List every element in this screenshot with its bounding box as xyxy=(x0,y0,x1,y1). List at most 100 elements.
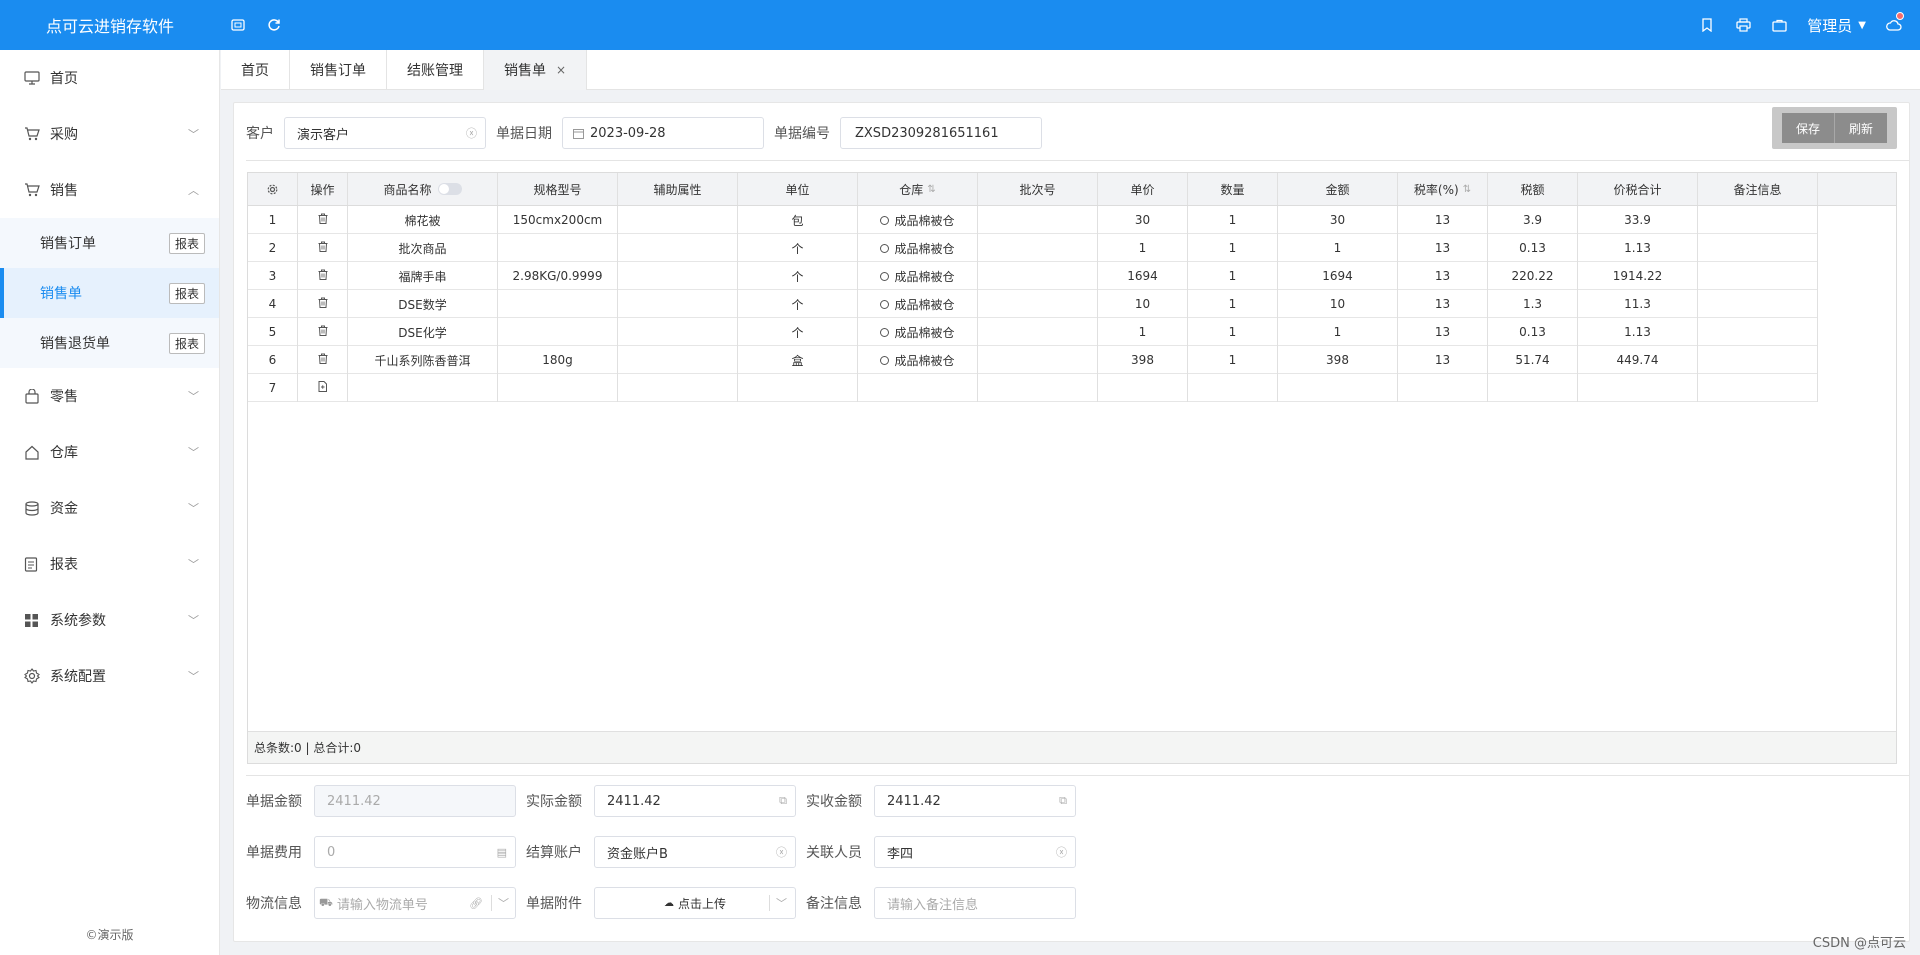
link-icon[interactable]: 🔗︎ xyxy=(469,897,483,910)
tab-home[interactable]: 首页 xyxy=(221,50,290,90)
search-icon[interactable] xyxy=(880,243,890,253)
account-select[interactable]: 资金账户B ⓧ xyxy=(594,836,796,868)
clear-icon[interactable]: ⓧ xyxy=(466,125,477,141)
search-icon[interactable] xyxy=(880,215,890,225)
bill-number-input[interactable]: ZXSD2309281651161 xyxy=(840,117,1042,149)
sidebar-item-purchase[interactable]: 采购 ﹀ xyxy=(0,106,219,162)
sidebar-item-label: 首页 xyxy=(50,71,78,87)
table-cell[interactable] xyxy=(298,290,348,318)
table-cell[interactable] xyxy=(298,262,348,290)
sidebar-item-label: 资金 xyxy=(50,501,78,517)
sidebar-item-retail[interactable]: 零售 ﹀ xyxy=(0,368,219,424)
report-button[interactable]: 报表 xyxy=(168,282,205,304)
table-cell[interactable] xyxy=(298,234,348,262)
table-cell: 1 xyxy=(1188,262,1278,290)
tab-sales-bill[interactable]: 销售单 × xyxy=(484,50,588,90)
submenu-item-sales-return[interactable]: 销售退货单 报表 xyxy=(0,318,219,368)
table-cell: 2 xyxy=(248,234,298,262)
search-icon[interactable] xyxy=(880,299,890,309)
submenu-item-sales-bill[interactable]: 销售单 报表 xyxy=(0,268,219,318)
table-body: 1 棉花被 150cmx200cm 包成品棉被仓 30 1 30 13 3.9 33.9 2 批次商品… xyxy=(248,206,1896,402)
notification-icon[interactable] xyxy=(1876,0,1912,50)
save-button[interactable]: 保存 xyxy=(1781,113,1834,143)
fee-input[interactable]: 0 ▤ xyxy=(314,836,516,868)
tab-sales-order[interactable]: 销售订单 xyxy=(290,50,387,90)
sidebar-item-system-config[interactable]: 系统配置 ﹀ xyxy=(0,648,219,704)
delete-icon[interactable] xyxy=(318,213,328,227)
document-icon[interactable]: ▤ xyxy=(497,846,507,859)
table-cell: DSE化学 xyxy=(348,318,498,346)
delete-icon[interactable] xyxy=(318,241,328,255)
print-icon[interactable] xyxy=(1725,0,1761,50)
bookmark-icon[interactable] xyxy=(1689,0,1725,50)
sidebar-item-sales[interactable]: 销售 ︿ xyxy=(0,162,219,218)
table-cell: 0.13 xyxy=(1488,234,1578,262)
refresh-icon[interactable] xyxy=(256,0,292,50)
sidebar-item-reports[interactable]: 报表 ﹀ xyxy=(0,536,219,592)
chevron-down-icon[interactable]: ﹀ xyxy=(491,895,509,911)
delete-icon[interactable] xyxy=(318,325,328,339)
upload-label: 点击上传 xyxy=(677,896,726,911)
delete-icon[interactable] xyxy=(318,269,328,283)
table-row[interactable]: 3 福牌手串 2.98KG/0.9999 个成品棉被仓 1694 1 1694 13 220.2… xyxy=(248,262,1818,290)
delete-icon[interactable] xyxy=(318,297,328,311)
copy-icon[interactable]: ⧉ xyxy=(779,794,787,808)
table-row[interactable]: 2 批次商品个成品棉被仓 1 1 1 13 0.13 1.13 xyxy=(248,234,1818,262)
table-cell[interactable] xyxy=(298,374,348,402)
table-cell[interactable] xyxy=(298,318,348,346)
column-header-label: 仓库 xyxy=(899,182,924,197)
table-row[interactable]: 1 棉花被 150cmx200cm 包成品棉被仓 30 1 30 13 3.9 33.9 xyxy=(248,206,1818,234)
sort-icon[interactable]: ⇅ xyxy=(1463,184,1471,195)
sidebar-item-warehouse[interactable]: 仓库 ﹀ xyxy=(0,424,219,480)
sort-icon[interactable]: ⇅ xyxy=(927,184,935,195)
settings-icon[interactable] xyxy=(248,173,298,205)
table-cell xyxy=(978,346,1098,374)
fullscreen-icon[interactable] xyxy=(220,0,256,50)
tab-closing[interactable]: 结账管理 xyxy=(387,50,484,90)
search-icon[interactable] xyxy=(880,271,890,281)
actual-amount-input[interactable]: 2411.42 ⧉ xyxy=(594,785,796,817)
cell-text: 成品棉被仓 xyxy=(894,213,955,228)
search-icon[interactable] xyxy=(880,355,890,365)
add-row-icon[interactable] xyxy=(318,381,327,395)
clear-icon[interactable]: ⓧ xyxy=(776,844,787,860)
copy-icon[interactable]: ⧉ xyxy=(1059,794,1067,808)
remark-input[interactable]: 请输入备注信息 xyxy=(874,887,1076,919)
close-icon[interactable]: × xyxy=(556,63,566,77)
table-row[interactable]: 5 DSE化学个成品棉被仓 1 1 1 13 0.13 1.13 xyxy=(248,318,1818,346)
table-cell: 13 xyxy=(1398,290,1488,318)
search-icon[interactable] xyxy=(880,327,890,337)
sidebar-item-home[interactable]: 首页 xyxy=(0,50,219,106)
refresh-button[interactable]: 刷新 xyxy=(1833,113,1887,143)
column-header: 商品名称 xyxy=(348,173,498,205)
report-button[interactable]: 报表 xyxy=(168,232,205,254)
column-header: 税额 xyxy=(1488,173,1578,205)
logistics-input[interactable]: ⛟ 请输入物流单号 🔗︎ ﹀ xyxy=(314,887,516,919)
database-icon xyxy=(24,500,42,516)
submenu-item-sales-order[interactable]: 销售订单 报表 xyxy=(0,218,219,268)
monitor-icon xyxy=(24,71,42,85)
date-picker[interactable]: 2023-09-28 xyxy=(562,117,764,149)
sidebar-item-system-params[interactable]: 系统参数 ﹀ xyxy=(0,592,219,648)
clear-icon[interactable]: ⓧ xyxy=(1056,844,1067,860)
table-cell: 成品棉被仓 xyxy=(858,318,978,346)
person-select[interactable]: 李四 ⓧ xyxy=(874,836,1076,868)
attach-label: 单据附件 xyxy=(526,896,582,912)
date-label: 单据日期 xyxy=(496,126,552,142)
delete-icon[interactable] xyxy=(318,353,328,367)
briefcase-icon[interactable] xyxy=(1761,0,1797,50)
table-row[interactable]: 7 xyxy=(248,374,1818,402)
table-cell[interactable] xyxy=(298,346,348,374)
upload-button[interactable]: ☁ 点击上传 ﹀ xyxy=(594,887,796,919)
report-button[interactable]: 报表 xyxy=(168,332,205,354)
table-row[interactable]: 6 千山系列陈香普洱 180g 盒成品棉被仓 398 1 398 13 51.74 449.74 xyxy=(248,346,1818,374)
user-menu[interactable]: 管理员 ▼ xyxy=(1797,15,1876,36)
table-cell[interactable] xyxy=(298,206,348,234)
table-cell: 13 xyxy=(1398,318,1488,346)
customer-select[interactable]: 演示客户 ⓧ xyxy=(284,117,486,149)
toggle-switch[interactable] xyxy=(437,183,462,195)
chevron-down-icon[interactable]: ﹀ xyxy=(769,895,787,911)
table-row[interactable]: 4 DSE数学个成品棉被仓 10 1 10 13 1.3 11.3 xyxy=(248,290,1818,318)
received-input[interactable]: 2411.42 ⧉ xyxy=(874,785,1076,817)
sidebar-item-funds[interactable]: 资金 ﹀ xyxy=(0,480,219,536)
